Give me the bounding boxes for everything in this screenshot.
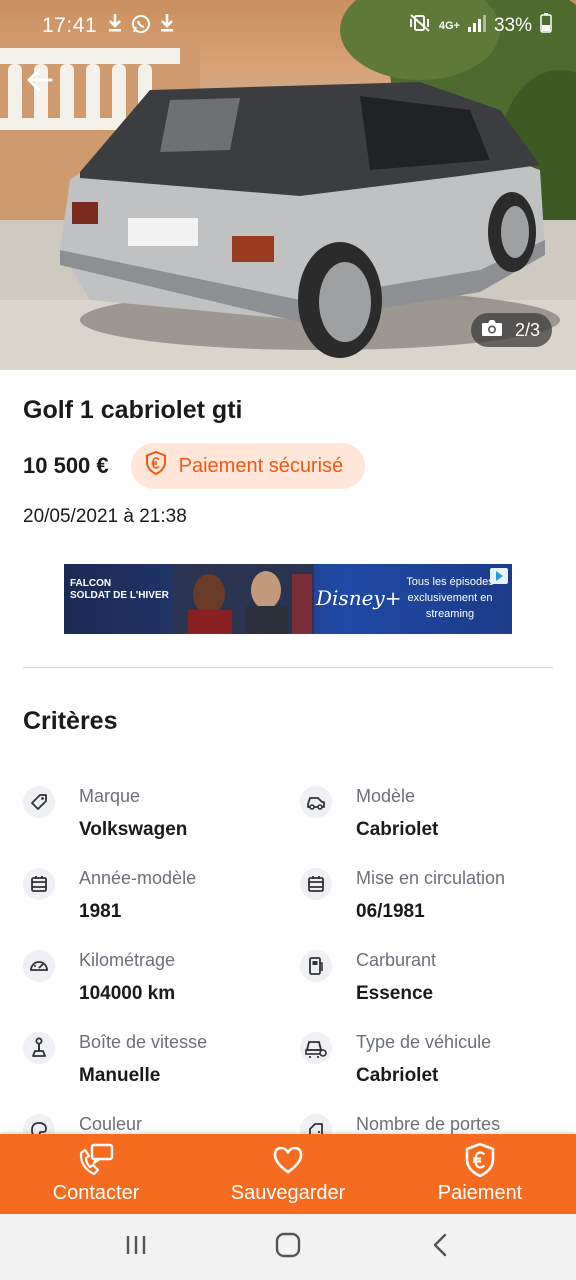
vehicle-type-icon <box>300 1032 332 1064</box>
arrow-left-icon <box>27 68 53 97</box>
shield-euro-icon <box>145 450 167 481</box>
secure-payment-label: Paiement sécurisé <box>178 454 344 477</box>
recent-apps-icon <box>124 1234 148 1261</box>
recent-apps-button[interactable] <box>106 1222 166 1272</box>
criterion-value: 1981 <box>79 901 122 922</box>
criterion-label: Année-modèle <box>79 868 197 888</box>
vibrate-mute-icon <box>409 13 431 39</box>
listing-title: Golf 1 cabriolet gti <box>23 396 243 424</box>
criterion-value: 06/1981 <box>356 901 425 922</box>
ad-left-text: FALCON SOLDAT DE L'HIVER <box>70 578 169 602</box>
ad-title-line-1: FALCON <box>70 578 112 589</box>
download-icon <box>159 13 175 39</box>
camera-icon <box>481 319 503 342</box>
criterion-label: Type de véhicule <box>356 1032 492 1052</box>
save-label: Sauvegarder <box>230 1182 346 1204</box>
payment-button[interactable]: Paiement <box>384 1134 576 1214</box>
calendar-icon <box>23 868 55 900</box>
back-button[interactable] <box>18 62 62 102</box>
criterion-label: Mise en circulation <box>356 868 506 888</box>
listing-price: 10 500 € <box>23 453 109 478</box>
listing-photo[interactable]: 17:41 4G+ 33% 2/3 <box>0 0 576 370</box>
ad-title-line-2: SOLDAT DE L'HIVER <box>70 590 169 601</box>
criterion-value: Cabriolet <box>356 819 439 840</box>
heart-icon <box>272 1142 304 1178</box>
car-icon <box>300 786 332 818</box>
photo-counter[interactable]: 2/3 <box>470 313 552 347</box>
shield-euro-icon <box>464 1142 496 1178</box>
network-type: 4G+ <box>438 20 460 32</box>
chevron-left-icon <box>432 1233 448 1262</box>
section-divider <box>23 667 553 668</box>
ad-banner[interactable]: FALCON SOLDAT DE L'HIVER Disney+ Tous le… <box>64 564 512 634</box>
ad-choices-icon[interactable] <box>490 568 508 584</box>
contact-label: Contacter <box>52 1182 140 1204</box>
criterion-label: Couleur <box>79 1114 143 1134</box>
criteria-title: Critères <box>23 707 118 735</box>
criterion-label: Kilométrage <box>79 950 176 970</box>
signal-icon <box>467 14 486 38</box>
listing-date: 20/05/2021 à 21:38 <box>23 506 187 527</box>
criterion-value: Manuelle <box>79 1065 161 1086</box>
save-button[interactable]: Sauvegarder <box>192 1134 384 1214</box>
whatsapp-icon <box>131 14 151 39</box>
payment-label: Paiement <box>437 1182 523 1204</box>
price-row: 10 500 € Paiement sécurisé <box>23 443 366 489</box>
criterion-label: Carburant <box>356 950 437 970</box>
home-button[interactable] <box>258 1222 318 1272</box>
secure-payment-badge[interactable]: Paiement sécurisé <box>130 443 366 489</box>
home-icon <box>275 1232 301 1263</box>
battery-icon <box>540 13 552 39</box>
calendar-icon <box>300 868 332 900</box>
criterion-value: Essence <box>356 983 434 1004</box>
fuel-pump-icon <box>300 950 332 982</box>
system-nav-bar <box>0 1214 576 1280</box>
criterion-value: 104000 km <box>79 983 176 1004</box>
tag-icon <box>23 786 55 818</box>
status-time: 17:41 <box>42 14 98 37</box>
criterion-label: Boîte de vitesse <box>79 1032 208 1052</box>
contact-button[interactable]: Contacter <box>0 1134 192 1214</box>
criterion-label: Nombre de portes <box>356 1114 501 1134</box>
bottom-action-bar: Contacter Sauvegarder Paiement <box>0 1134 576 1214</box>
criterion-label: Modèle <box>356 786 416 806</box>
speedometer-icon <box>23 950 55 982</box>
ad-characters-image <box>174 564 314 634</box>
criterion-value: Cabriolet <box>356 1065 439 1086</box>
ad-brand: Disney+ <box>316 586 402 610</box>
criterion-value: Volkswagen <box>79 819 188 840</box>
notification-icons <box>107 13 175 39</box>
status-bar: 17:41 4G+ 33% <box>0 0 576 52</box>
gear-shift-icon <box>23 1032 55 1064</box>
status-right: 4G+ 33% <box>409 13 552 39</box>
photo-counter-text: 2/3 <box>514 319 540 340</box>
battery-percent: 33% <box>493 15 532 36</box>
back-nav-button[interactable] <box>410 1222 470 1272</box>
phone-message-icon <box>78 1142 114 1178</box>
download-icon <box>107 13 123 39</box>
criterion-label: Marque <box>79 786 141 806</box>
